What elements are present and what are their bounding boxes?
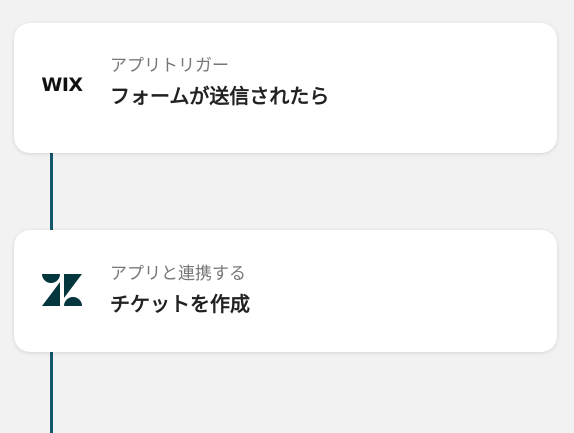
step-subtitle: アプリトリガー bbox=[110, 56, 229, 76]
trigger-step-card[interactable]: WIX アプリトリガー フォームが送信されたら bbox=[14, 23, 557, 153]
wix-logo-text: WIX bbox=[41, 74, 83, 96]
zendesk-logo-svg bbox=[42, 274, 82, 306]
flow-connector-line bbox=[50, 350, 53, 433]
action-step-texts: アプリと連携する チケットを作成 bbox=[110, 263, 250, 317]
zendesk-logo-icon bbox=[40, 273, 84, 307]
step-title: フォームが送信されたら bbox=[110, 84, 330, 108]
step-subtitle: アプリと連携する bbox=[110, 264, 246, 284]
wix-logo-icon: WIX bbox=[40, 71, 84, 99]
step-title: チケットを作成 bbox=[110, 292, 250, 316]
action-step-card[interactable]: アプリと連携する チケットを作成 bbox=[14, 230, 557, 352]
trigger-step-texts: アプリトリガー フォームが送信されたら bbox=[110, 55, 329, 109]
flow-connector-line bbox=[50, 152, 53, 232]
